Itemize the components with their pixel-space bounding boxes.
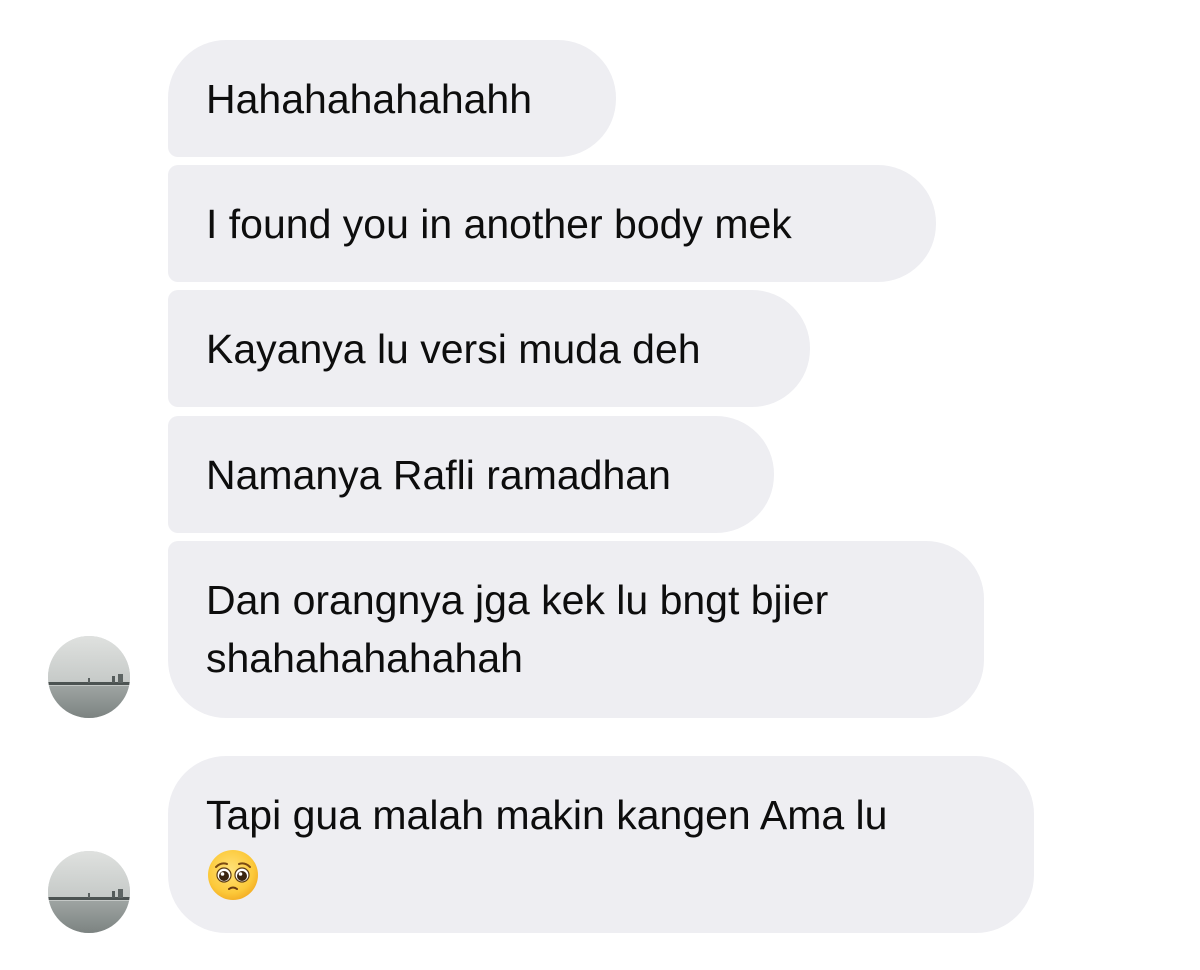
message-text: Kayanya lu versi muda deh [206, 326, 701, 372]
message-text: Hahahahahahahh [206, 76, 533, 122]
avatar-photo-icon [48, 636, 130, 718]
message-bubble[interactable]: Kayanya lu versi muda deh [168, 290, 810, 407]
message-text: Tapi gua malah makin kangen Ama lu [206, 792, 888, 838]
contact-avatar[interactable] [48, 851, 130, 933]
message-text: I found you in another body mek [206, 201, 792, 247]
message-thread: Hahahahahahahh I found you in another bo… [0, 0, 1200, 970]
pleading-face-emoji-icon [208, 850, 258, 900]
message-bubble[interactable]: Tapi gua malah makin kangen Ama lu [168, 756, 1034, 933]
message-bubble[interactable]: I found you in another body mek [168, 165, 936, 282]
message-bubble[interactable]: Hahahahahahahh [168, 40, 616, 157]
message-bubble[interactable]: Namanya Rafli ramadhan [168, 416, 774, 533]
avatar-photo-icon [48, 851, 130, 933]
contact-avatar[interactable] [48, 636, 130, 718]
message-bubble[interactable]: Dan orangnya jga kek lu bngt bjier shaha… [168, 541, 984, 718]
message-text: Dan orangnya jga kek lu bngt bjier shaha… [206, 577, 829, 681]
message-text: Namanya Rafli ramadhan [206, 452, 671, 498]
